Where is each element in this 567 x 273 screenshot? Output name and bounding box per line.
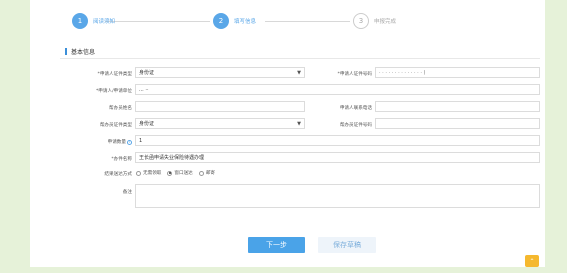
info-icon[interactable]: i <box>127 140 132 145</box>
quantity-label: 申请数量 <box>107 140 126 145</box>
item-name-label: *办件名称 <box>111 157 132 162</box>
chevron-down-icon: ▼ <box>297 70 301 76</box>
remarks-textarea[interactable] <box>135 184 540 208</box>
frame-right <box>545 0 567 273</box>
section-divider <box>60 58 540 59</box>
quantity-input[interactable]: 1 <box>135 135 540 146</box>
helper-phone-label: 申请人联系电话 <box>339 106 372 111</box>
section-bar <box>65 48 67 55</box>
delivery-option-label: 无需领取 <box>143 171 162 176</box>
step-connector-1 <box>105 21 210 22</box>
helper-name-input[interactable] <box>135 101 305 112</box>
remarks-label: 备注 <box>122 190 132 195</box>
helper-id-type-label: 帮办员证件类型 <box>99 123 132 128</box>
helper-id-no-input[interactable] <box>375 118 540 129</box>
applicant-name-value: ... ·· <box>139 86 149 93</box>
item-name-value: 王长函申请失业保险待遇办理 <box>139 155 205 161</box>
step-3-circle: 3 <box>353 13 369 29</box>
section-title: 基本信息 <box>65 47 95 56</box>
helper-id-type-value: 身份证 <box>139 121 155 127</box>
helper-id-type-select[interactable]: 身份证 ▼ <box>135 118 305 129</box>
applicant-name-label: *申请人/申请单位 <box>95 89 132 94</box>
step-3: 3 申报完成 <box>353 13 396 29</box>
applicant-id-type-label: *申请人证件类型 <box>97 72 132 77</box>
applicant-id-type-value: 身份证 <box>139 70 155 76</box>
delivery-option-mail[interactable]: 邮寄 <box>198 170 215 176</box>
frame-left <box>0 0 30 273</box>
applicant-name-input[interactable]: ... ·· <box>135 84 540 95</box>
helper-phone-input[interactable] <box>375 101 540 112</box>
delivery-option-label: 窗口送达 <box>174 171 193 176</box>
applicant-id-type-select[interactable]: 身份证 ▼ <box>135 67 305 78</box>
save-draft-button[interactable]: 保存草稿 <box>318 237 376 253</box>
helper-id-no-label: 帮办员证件号码 <box>339 123 372 128</box>
step-1-circle: 1 <box>72 13 88 29</box>
next-step-button[interactable]: 下一步 <box>248 237 305 253</box>
radio-icon[interactable] <box>198 170 204 176</box>
helper-name-label: 帮办员姓名 <box>109 106 132 111</box>
step-connector-2 <box>265 21 350 22</box>
delivery-option-none[interactable]: 无需领取 <box>136 170 161 176</box>
step-1-label: 阅读须知 <box>93 19 116 25</box>
step-1: 1 阅读须知 <box>72 13 115 29</box>
step-2-label: 填写信息 <box>234 19 257 25</box>
step-3-label: 申报完成 <box>374 19 397 25</box>
delivery-label: 结果送达方式 <box>104 172 132 177</box>
quantity-value: 1 <box>139 137 143 144</box>
radio-icon[interactable] <box>136 170 141 176</box>
applicant-id-no-label: *申请人证件号码 <box>337 72 372 77</box>
step-2: 2 填写信息 <box>213 13 256 29</box>
applicant-id-no-input[interactable]: · · · · · · · · · · · · · · ) <box>375 67 540 78</box>
delivery-option-label: 邮寄 <box>205 171 215 176</box>
chevron-down-icon: ▼ <box>297 121 301 127</box>
form-panel: 1 阅读须知 2 填写信息 3 申报完成 基本信息 *申请人证件类型 身份证 ▼… <box>30 0 545 267</box>
delivery-radio-group: 无需领取 窗口送达 邮寄 <box>136 170 221 176</box>
radio-checked-icon[interactable] <box>167 170 173 176</box>
step-2-circle: 2 <box>213 13 229 29</box>
applicant-id-no-value: · · · · · · · · · · · · · · ) <box>379 69 426 76</box>
quantity-label-wrap: 申请数量 i <box>70 139 132 145</box>
frame-bottom <box>0 267 567 273</box>
item-name-input[interactable]: 王长函申请失业保险待遇办理 <box>135 152 540 163</box>
back-to-top-icon[interactable]: ⌃ <box>525 255 539 267</box>
delivery-option-window[interactable]: 窗口送达 <box>167 170 193 176</box>
section-title-text: 基本信息 <box>71 49 96 56</box>
